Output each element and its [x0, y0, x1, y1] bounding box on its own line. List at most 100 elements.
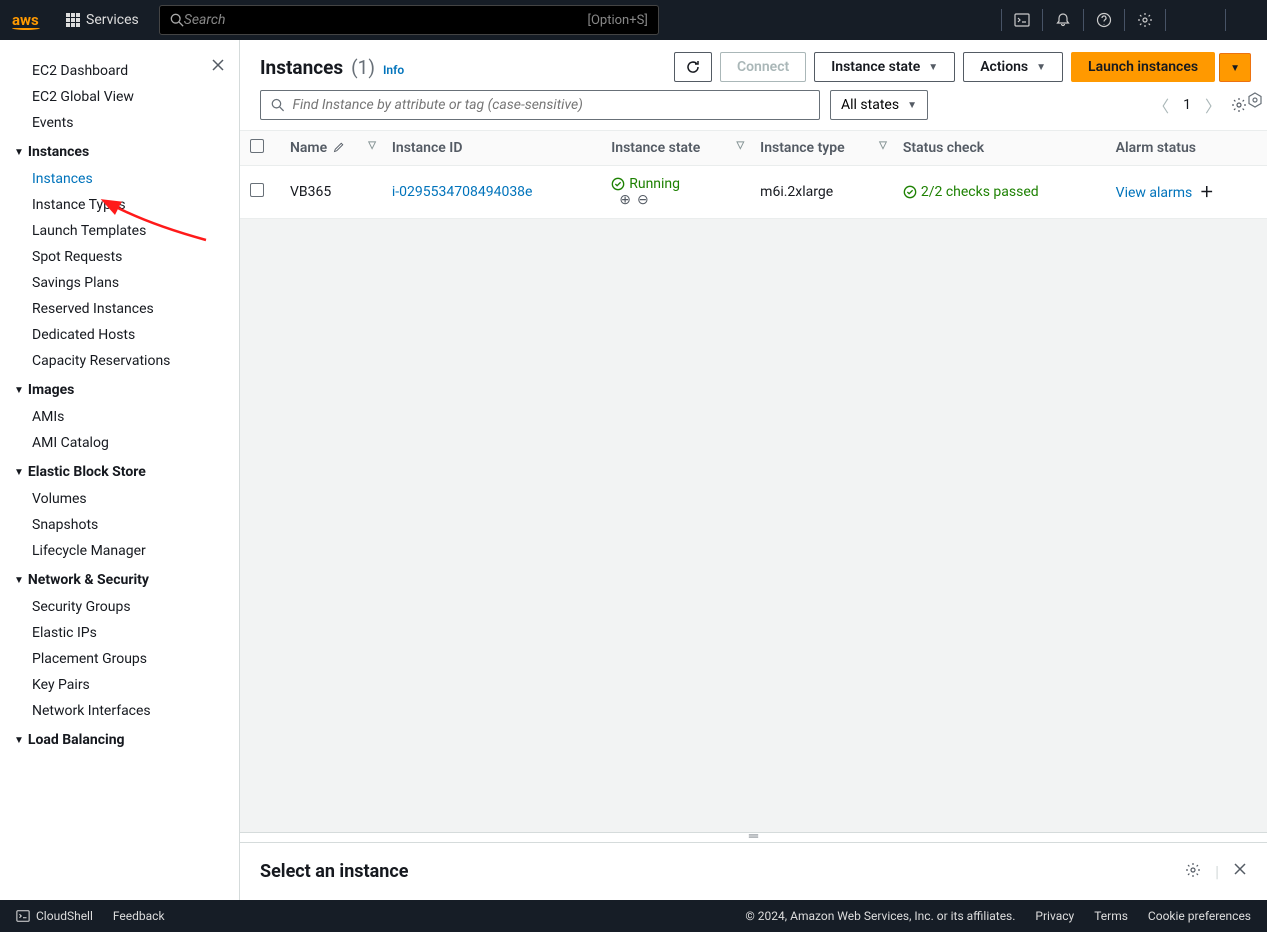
- account-menu[interactable]: [1225, 9, 1255, 31]
- sort-icon[interactable]: ▽: [879, 140, 887, 151]
- zoom-in-icon[interactable]: ⊕: [619, 192, 631, 208]
- sidebar-item[interactable]: AMI Catalog: [0, 430, 239, 456]
- settings-icon[interactable]: [1124, 9, 1165, 31]
- main-content: Instances (1) Info Connect Instance stat…: [240, 40, 1267, 900]
- instance-state-dropdown[interactable]: Instance state▼: [814, 52, 955, 82]
- search-icon: [170, 13, 184, 27]
- col-instance-id[interactable]: Instance ID: [392, 140, 463, 156]
- sidebar-item[interactable]: Snapshots: [0, 512, 239, 538]
- row-checkbox[interactable]: [250, 183, 264, 197]
- refresh-button[interactable]: [674, 52, 712, 82]
- state-filter-dropdown[interactable]: All states ▼: [830, 90, 928, 120]
- sort-icon[interactable]: ▽: [736, 140, 744, 151]
- instance-name: VB365: [290, 184, 331, 200]
- actions-dropdown[interactable]: Actions▼: [963, 52, 1063, 82]
- copyright: © 2024, Amazon Web Services, Inc. or its…: [745, 909, 1015, 923]
- instance-count: (1): [351, 56, 375, 79]
- preferences-rail-icon[interactable]: [1247, 92, 1263, 108]
- top-nav: aws Services Search [Option+S]: [0, 0, 1267, 40]
- refresh-icon: [685, 59, 701, 75]
- toolbar: Instances (1) Info Connect Instance stat…: [240, 40, 1267, 90]
- col-instance-state[interactable]: Instance state: [611, 140, 700, 156]
- sort-icon[interactable]: ▽: [368, 140, 376, 151]
- table-settings-icon[interactable]: [1231, 97, 1247, 113]
- feedback-link[interactable]: Feedback: [113, 909, 165, 923]
- view-alarms-link[interactable]: View alarms: [1116, 185, 1193, 201]
- services-grid-icon: [66, 13, 80, 27]
- search-row: All states ▼ 〈 1 〉: [240, 90, 1267, 130]
- check-icon: [903, 185, 917, 199]
- privacy-link[interactable]: Privacy: [1035, 909, 1074, 923]
- launch-instances-button[interactable]: Launch instances: [1071, 52, 1215, 82]
- sidebar-item[interactable]: Capacity Reservations: [0, 348, 239, 374]
- sidebar-item[interactable]: Network Interfaces: [0, 698, 239, 724]
- notifications-icon[interactable]: [1042, 9, 1083, 31]
- sidebar-item[interactable]: Lifecycle Manager: [0, 538, 239, 564]
- sidebar-item[interactable]: EC2 Dashboard: [0, 58, 239, 84]
- sidebar-item[interactable]: EC2 Global View: [0, 84, 239, 110]
- sidebar-item[interactable]: Volumes: [0, 486, 239, 512]
- col-status-check[interactable]: Status check: [903, 140, 984, 156]
- col-alarm-status[interactable]: Alarm status: [1116, 140, 1196, 156]
- region-menu[interactable]: [1165, 9, 1225, 31]
- global-search[interactable]: Search [Option+S]: [159, 5, 659, 35]
- search-placeholder: Search: [184, 12, 226, 28]
- instance-id-link[interactable]: i-0295534708494038e: [392, 184, 533, 200]
- caret-down-icon: ▼: [928, 62, 938, 73]
- edit-icon[interactable]: [333, 141, 345, 153]
- sidebar-item[interactable]: Placement Groups: [0, 646, 239, 672]
- collapse-sidebar-icon[interactable]: [211, 58, 225, 72]
- panel-settings-icon[interactable]: [1185, 862, 1201, 881]
- footer: CloudShell Feedback © 2024, Amazon Web S…: [0, 900, 1267, 932]
- sidebar-group-header[interactable]: ▼Load Balancing: [0, 724, 239, 754]
- table-row[interactable]: VB365 i-0295534708494038e Running ⊕⊖ m6i…: [240, 166, 1267, 219]
- sidebar-item[interactable]: Security Groups: [0, 594, 239, 620]
- page-title: Instances: [260, 56, 343, 79]
- sidebar-item[interactable]: Spot Requests: [0, 244, 239, 270]
- instance-state: Running: [611, 176, 740, 192]
- sidebar-item[interactable]: Key Pairs: [0, 672, 239, 698]
- sidebar-item[interactable]: Events: [0, 110, 239, 136]
- sidebar-group-header[interactable]: ▼Elastic Block Store: [0, 456, 239, 486]
- sidebar-group-header[interactable]: ▼Network & Security: [0, 564, 239, 594]
- zoom-out-icon[interactable]: ⊖: [637, 192, 649, 208]
- connect-button[interactable]: Connect: [720, 52, 806, 82]
- sidebar-item[interactable]: Reserved Instances: [0, 296, 239, 322]
- aws-logo[interactable]: aws: [12, 11, 40, 30]
- services-button[interactable]: Services: [56, 0, 149, 40]
- pagination: 〈 1 〉: [1153, 93, 1221, 117]
- sidebar: EC2 DashboardEC2 Global ViewEvents▼Insta…: [0, 40, 240, 900]
- sidebar-item[interactable]: Launch Templates: [0, 218, 239, 244]
- caret-down-icon: ▼: [14, 575, 24, 586]
- sidebar-group-header[interactable]: ▼Images: [0, 374, 239, 404]
- sidebar-item[interactable]: Instance Types: [0, 192, 239, 218]
- terms-link[interactable]: Terms: [1094, 909, 1128, 923]
- instance-search-input[interactable]: [292, 97, 809, 113]
- caret-down-icon: ▼: [907, 100, 917, 111]
- close-panel-icon[interactable]: [1233, 862, 1247, 881]
- cloudshell-button[interactable]: CloudShell: [16, 909, 93, 923]
- prev-page-button[interactable]: 〈: [1153, 93, 1169, 117]
- cloudshell-icon[interactable]: [1001, 9, 1042, 31]
- next-page-button[interactable]: 〉: [1205, 93, 1221, 117]
- caret-down-icon: ▼: [14, 385, 24, 396]
- launch-instances-split[interactable]: ▼: [1219, 53, 1251, 82]
- sidebar-item[interactable]: AMIs: [0, 404, 239, 430]
- sidebar-item[interactable]: Dedicated Hosts: [0, 322, 239, 348]
- cookie-link[interactable]: Cookie preferences: [1148, 909, 1251, 923]
- sidebar-item[interactable]: Elastic IPs: [0, 620, 239, 646]
- instance-search[interactable]: [260, 90, 820, 120]
- info-link[interactable]: Info: [383, 63, 404, 77]
- col-instance-type[interactable]: Instance type: [760, 140, 844, 156]
- help-icon[interactable]: [1083, 9, 1124, 31]
- services-label: Services: [86, 12, 139, 28]
- col-name[interactable]: Name: [290, 140, 327, 156]
- add-alarm-icon[interactable]: ＋: [1200, 185, 1214, 201]
- sidebar-item[interactable]: Savings Plans: [0, 270, 239, 296]
- caret-down-icon: ▼: [14, 735, 24, 746]
- sidebar-group-header[interactable]: ▼Instances: [0, 136, 239, 166]
- panel-resize-handle[interactable]: ═: [240, 832, 1267, 842]
- select-all-checkbox[interactable]: [250, 139, 264, 153]
- aws-logo-text: aws: [12, 11, 39, 29]
- sidebar-item[interactable]: Instances: [0, 166, 239, 192]
